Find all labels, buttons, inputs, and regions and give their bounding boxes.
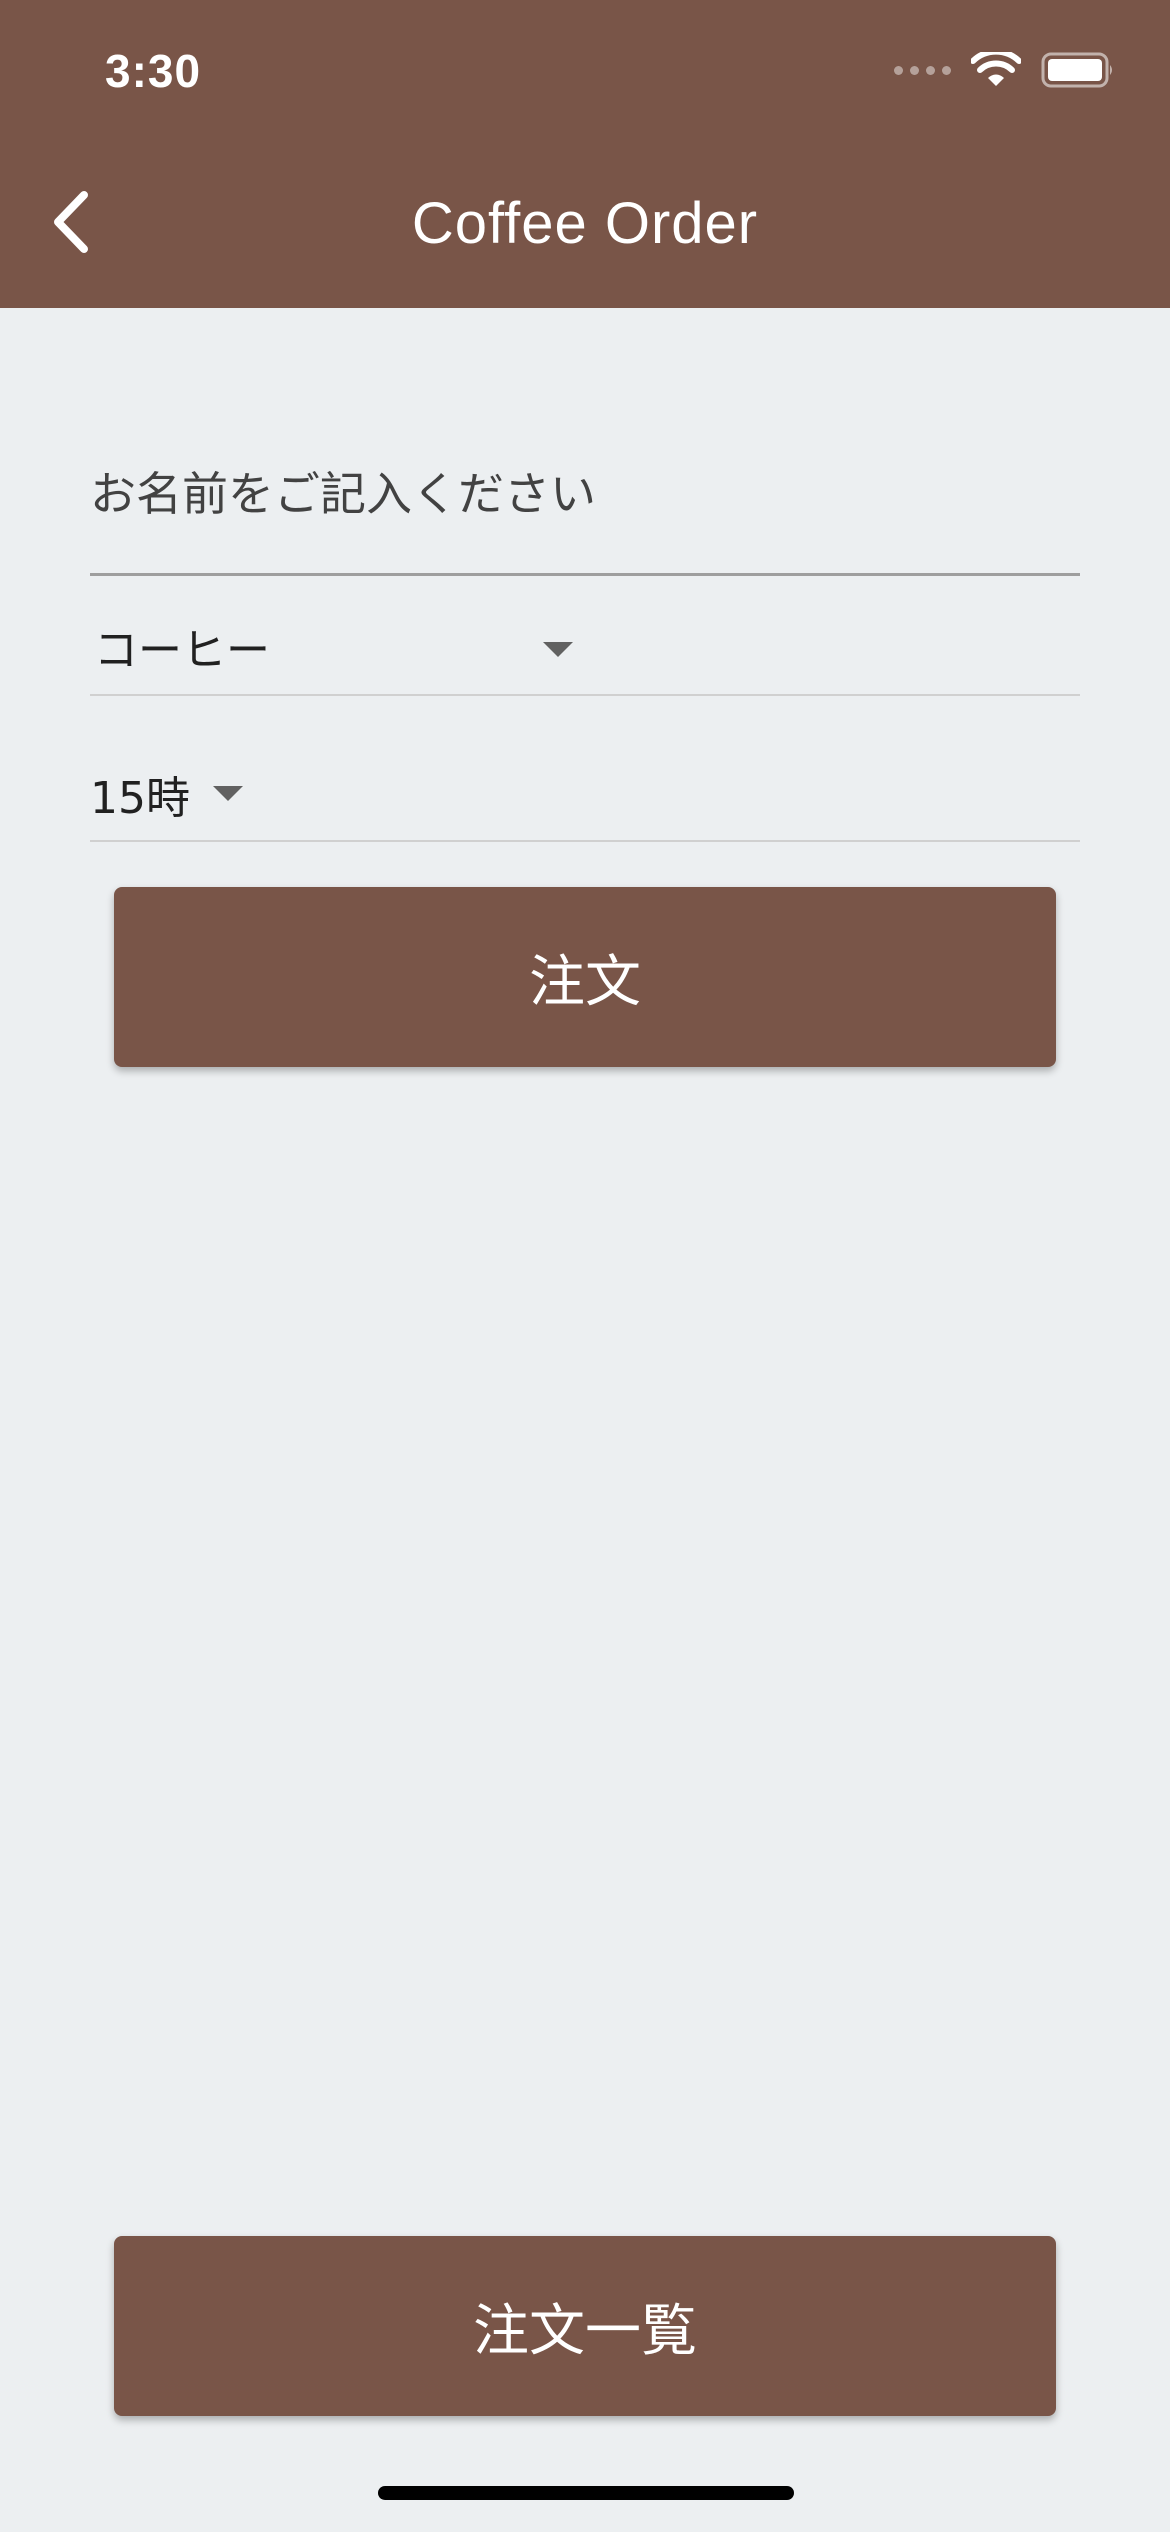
name-field[interactable]: [90, 432, 1080, 576]
dropdown-arrow-icon: [213, 786, 243, 801]
order-list-button[interactable]: 注文一覧: [114, 2236, 1056, 2416]
time-dropdown-value: 15時: [90, 773, 190, 824]
order-button[interactable]: 注文: [114, 887, 1056, 1067]
page-title: Coffee Order: [411, 191, 759, 256]
home-indicator[interactable]: [378, 2486, 794, 2500]
name-input[interactable]: [90, 432, 1080, 573]
dropdown-arrow-icon: [543, 642, 573, 657]
wifi-icon: [971, 52, 1021, 86]
app-bar: 3:30 Coffee Order: [0, 0, 1170, 308]
coffee-dropdown[interactable]: コーヒー: [90, 590, 1080, 696]
status-time: 3:30: [105, 45, 202, 97]
coffee-dropdown-value: コーヒー: [94, 625, 270, 676]
battery-icon: [1041, 52, 1112, 88]
signal-dots-icon: [894, 65, 951, 75]
time-dropdown[interactable]: 15時: [90, 736, 1080, 842]
status-icons: [894, 52, 1115, 88]
